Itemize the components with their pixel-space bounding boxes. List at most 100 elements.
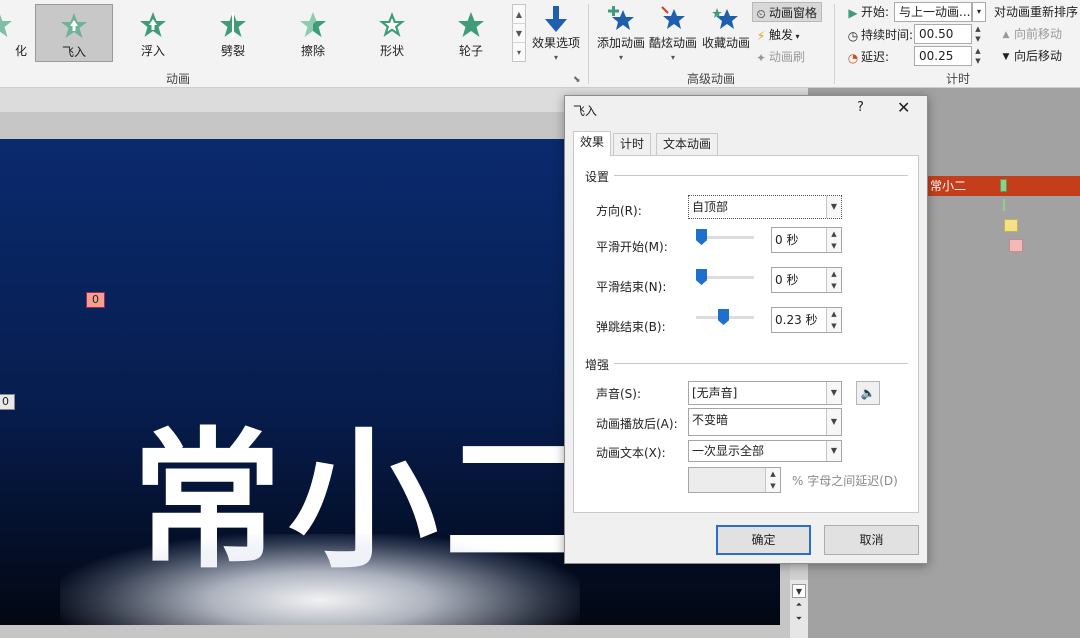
dialog-launcher-icon[interactable]: ⬊ xyxy=(573,70,581,90)
animation-painter-button[interactable]: ✦ 动画刷 xyxy=(753,47,805,67)
speaker-icon[interactable]: 🔈 xyxy=(856,381,880,405)
gallery-item-float-in[interactable]: 浮入 xyxy=(114,4,192,62)
after-animation-select[interactable]: 不变暗 ▼ xyxy=(688,408,842,436)
settings-section-title: 设置 xyxy=(585,170,610,184)
favorite-animation-button[interactable]: 收藏动画 xyxy=(700,4,752,51)
dialog-title: 飞入 xyxy=(573,104,598,118)
animation-order-tag-left[interactable]: 0 xyxy=(0,394,15,410)
chevron-down-icon: ▼ xyxy=(826,196,841,218)
gallery-item-label: 形状 xyxy=(379,44,404,58)
letter-delay-stepper[interactable]: ▲ ▼ xyxy=(765,468,780,492)
arrow-down-icon xyxy=(545,6,567,32)
close-icon[interactable]: ✕ xyxy=(897,98,910,117)
slide-vertical-scrollbar[interactable]: ▼ ⏶ ⏷ xyxy=(790,580,808,638)
sound-select[interactable]: [无声音] ▼ xyxy=(688,381,842,405)
scroll-down-icon[interactable]: ▼ xyxy=(792,584,806,598)
letter-delay-input[interactable]: ▲ ▼ xyxy=(688,467,781,493)
animation-group-label: 动画 xyxy=(166,72,191,86)
gallery-more-icon[interactable]: ▾ xyxy=(513,43,525,62)
chevron-down-icon: ▼ xyxy=(826,409,841,435)
bounce-end-slider[interactable] xyxy=(696,309,754,325)
gallery-item-wheel[interactable]: 轮子 xyxy=(432,4,510,62)
prev-slide-icon[interactable]: ⏶ xyxy=(790,598,808,612)
advanced-animation-group-label: 高级动画 xyxy=(687,72,736,86)
duration-input[interactable]: 00.50 xyxy=(914,24,972,44)
duration-label: ◷ 持续时间: xyxy=(845,25,913,45)
smooth-end-input[interactable]: 0 秒 ▲ ▼ xyxy=(771,267,842,293)
duration-stepper[interactable]: ▲ ▼ xyxy=(972,24,984,44)
tab-timing[interactable]: 计时 xyxy=(613,133,652,155)
animate-text-select[interactable]: 一次显示全部 ▼ xyxy=(688,440,842,462)
cool-animation-icon xyxy=(661,6,685,29)
timeline-bar[interactable] xyxy=(1000,179,1007,192)
delay-stepper[interactable]: ▲ ▼ xyxy=(972,46,984,66)
help-icon[interactable]: ? xyxy=(857,100,864,115)
animation-order-tag[interactable]: 0 xyxy=(86,292,105,308)
cancel-button[interactable]: 取消 xyxy=(824,525,919,555)
timeline-bar[interactable] xyxy=(1004,219,1018,232)
gallery-scrollbar[interactable]: ▲ ▼ ▾ xyxy=(512,4,526,62)
start-dropdown-icon[interactable]: ▾ xyxy=(972,2,986,22)
bounce-end-stepper[interactable]: ▲ ▼ xyxy=(826,308,841,332)
gallery-item-fly-in[interactable]: 飞入 xyxy=(35,4,113,62)
smooth-start-slider[interactable] xyxy=(696,229,754,245)
direction-select[interactable]: 自顶部 ▼ xyxy=(688,195,842,219)
gallery-scroll-down-icon[interactable]: ▼ xyxy=(513,24,525,43)
effect-options-button[interactable]: 效果选项 ▾ xyxy=(528,4,584,62)
next-slide-icon[interactable]: ⏷ xyxy=(790,612,808,626)
slider-thumb[interactable] xyxy=(696,269,707,285)
section-divider xyxy=(614,175,908,176)
ok-button[interactable]: 确定 xyxy=(716,525,811,555)
start-select[interactable]: 与上一动画... xyxy=(894,2,972,22)
smooth-end-label: 平滑结束(N): xyxy=(596,280,667,294)
animation-gallery: 化 飞入 浮入 劈裂 擦除 形状 轮子 xyxy=(0,4,512,62)
lightning-icon: ⚡ xyxy=(756,28,766,43)
cloud-image[interactable] xyxy=(60,534,580,625)
fly-in-star-icon xyxy=(61,13,87,38)
animation-pane-icon: ⏲ xyxy=(756,6,766,21)
trigger-label: 触发 xyxy=(769,28,794,42)
smooth-end-slider[interactable] xyxy=(696,269,754,285)
effect-tab-panel: 设置 方向(R): 自顶部 ▼ 平滑开始(M): 0 秒 ▲ ▼ 平滑结束(N):… xyxy=(573,155,919,513)
add-animation-button[interactable]: 添加动画 ▾ xyxy=(594,4,648,62)
delay-input[interactable]: 00.25 xyxy=(914,46,972,66)
tab-effect[interactable]: 效果 xyxy=(573,131,612,156)
ribbon: 化 飞入 浮入 劈裂 擦除 形状 轮子 ▲ ▼ ▾ 效果选项 ▾ 动画 ⬊ 添加… xyxy=(0,0,1080,88)
gallery-scroll-up-icon[interactable]: ▲ xyxy=(513,5,525,24)
bounce-end-label: 弹跳结束(B): xyxy=(596,320,666,334)
animation-pane-label: 动画窗格 xyxy=(769,6,818,20)
timeline-bar[interactable] xyxy=(1009,239,1023,252)
painter-icon: ✦ xyxy=(755,50,767,65)
tab-text-animation[interactable]: 文本动画 xyxy=(656,133,719,155)
add-animation-icon xyxy=(608,6,634,30)
bounce-end-input[interactable]: 0.23 秒 ▲ ▼ xyxy=(771,307,842,333)
gallery-item-shape[interactable]: 形状 xyxy=(353,4,431,62)
wipe-star-icon xyxy=(300,12,326,37)
gallery-item-wipe[interactable]: 擦除 xyxy=(274,4,352,62)
gallery-item-label: 劈裂 xyxy=(220,44,245,58)
cool-animation-button[interactable]: 酷炫动画 ▾ xyxy=(648,4,698,62)
add-animation-label: 添加动画 xyxy=(596,36,645,50)
direction-label: 方向(R): xyxy=(596,204,642,218)
enhance-section-title: 增强 xyxy=(585,358,610,372)
triangle-down-icon: ▼ xyxy=(1002,51,1010,62)
gallery-item-label: 飞入 xyxy=(61,45,86,59)
animation-pane-button[interactable]: ⏲ 动画窗格 xyxy=(752,2,823,22)
group-separator xyxy=(834,4,835,84)
smooth-start-input[interactable]: 0 秒 ▲ ▼ xyxy=(771,227,842,253)
clock-icon: ◷ xyxy=(847,28,859,43)
move-later-button[interactable]: ▼ 向后移动 xyxy=(998,46,1062,66)
trigger-button[interactable]: ⚡ 触发 ▾ xyxy=(753,25,800,45)
gallery-item-dissolve[interactable]: 化 xyxy=(0,4,38,62)
gallery-item-split[interactable]: 劈裂 xyxy=(194,4,272,62)
chevron-down-icon: ▾ xyxy=(618,53,623,62)
slider-thumb[interactable] xyxy=(696,229,707,245)
dissolve-star-icon xyxy=(0,14,12,37)
slider-thumb[interactable] xyxy=(718,309,729,325)
smooth-start-stepper[interactable]: ▲ ▼ xyxy=(826,228,841,252)
chevron-down-icon: ▾ xyxy=(670,53,675,62)
move-earlier-button[interactable]: ▲ 向前移动 xyxy=(998,24,1062,44)
shape-star-icon xyxy=(379,12,405,37)
fly-in-dialog: 飞入 ? ✕ 效果 计时 文本动画 设置 方向(R): 自顶部 ▼ 平滑开始(M… xyxy=(564,95,928,564)
smooth-end-stepper[interactable]: ▲ ▼ xyxy=(826,268,841,292)
